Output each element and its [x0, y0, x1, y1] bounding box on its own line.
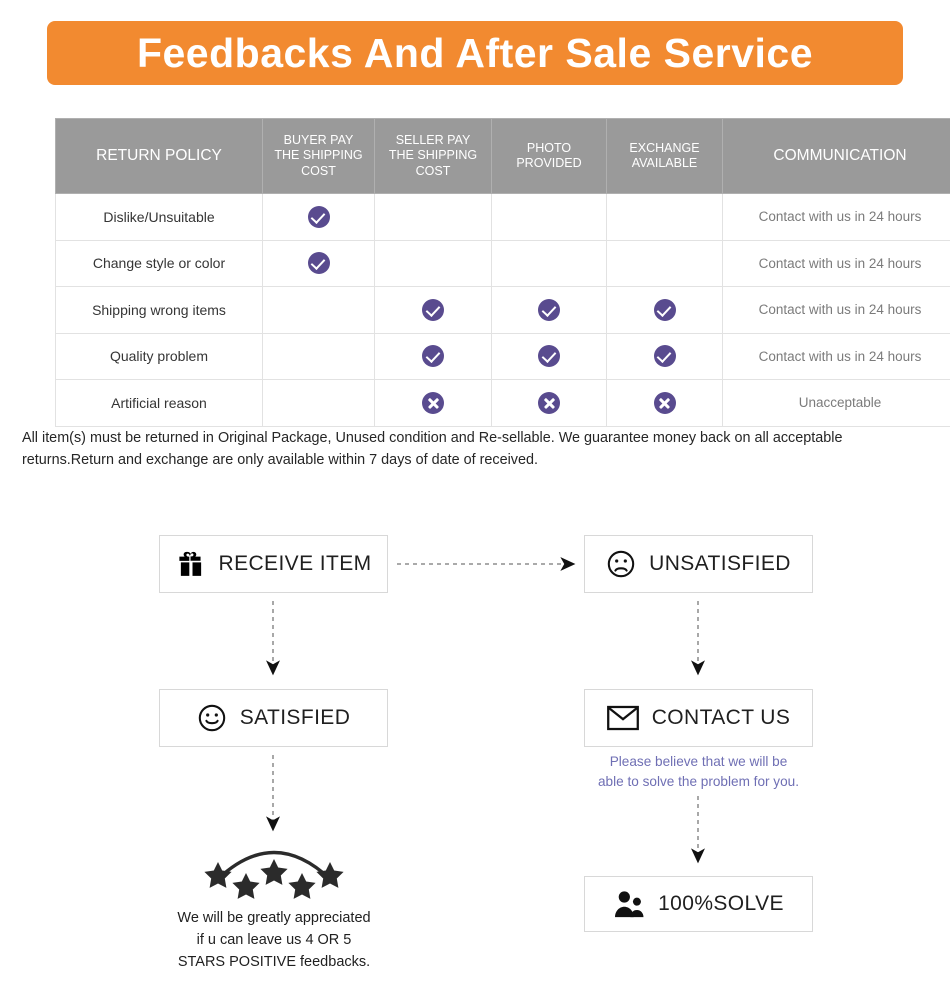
flow-box-contact-us[interactable]: CONTACT US — [584, 689, 813, 747]
frowning-face-icon — [606, 549, 636, 579]
flow-box-label: RECEIVE ITEM — [218, 552, 372, 575]
stars-rating-graphic — [204, 850, 344, 899]
flow-box-label: UNSATISFIED — [649, 552, 791, 575]
flowchart-connectors — [204, 556, 706, 899]
stars-feedback-note-line: STARS POSITIVE feedbacks. — [177, 953, 371, 970]
envelope-icon — [606, 705, 639, 731]
stars-feedback-note-line: We will be greatly appreciated — [177, 910, 371, 926]
people-icon — [613, 890, 645, 918]
flow-box-solve[interactable]: 100%SOLVE — [584, 876, 813, 932]
flow-box-label: CONTACT US — [651, 706, 791, 729]
smiling-face-icon — [197, 703, 227, 733]
flow-box-receive-item[interactable]: RECEIVE ITEM — [159, 535, 388, 593]
contact-us-note-line: Please believe that we will be — [609, 754, 788, 769]
stars-feedback-note-line: if u can leave us 4 OR 5 — [196, 931, 352, 948]
gift-icon — [176, 549, 206, 579]
contact-us-note: Please believe that we will be able to s… — [575, 752, 822, 791]
after-sale-flowchart: RECEIVE ITEM UNSATISFIED SATISFIED CONTA… — [0, 0, 950, 994]
flow-box-label: 100%SOLVE — [658, 892, 784, 915]
contact-us-note-line: able to solve the problem for you. — [598, 773, 799, 789]
flow-box-label: SATISFIED — [239, 706, 351, 729]
stars-feedback-note: We will be greatly appreciated if u can … — [145, 908, 403, 973]
flow-box-satisfied[interactable]: SATISFIED — [159, 689, 388, 747]
flow-box-unsatisfied[interactable]: UNSATISFIED — [584, 535, 813, 593]
